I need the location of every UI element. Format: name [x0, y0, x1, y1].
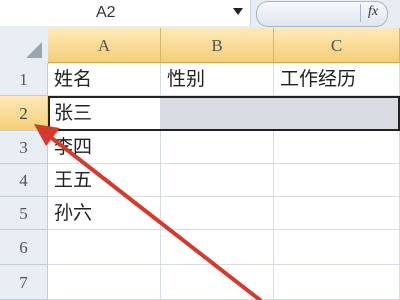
- row-header-1[interactable]: 1: [0, 63, 48, 96]
- insert-function-icon[interactable]: fx: [368, 4, 378, 20]
- formula-bar: A2 fx: [0, 0, 400, 29]
- cell-a4[interactable]: 王五: [48, 164, 161, 197]
- cell-b6[interactable]: [161, 230, 274, 265]
- row-header-6[interactable]: 6: [0, 230, 48, 265]
- cell-a7[interactable]: [48, 265, 161, 300]
- formula-divider: [360, 4, 361, 22]
- select-all-button[interactable]: [0, 28, 49, 64]
- row-header-7[interactable]: 7: [0, 265, 48, 300]
- cell-c1[interactable]: 工作经历: [274, 63, 400, 96]
- cell-c5[interactable]: [274, 197, 400, 230]
- cell-c3[interactable]: [274, 131, 400, 164]
- cell-a3[interactable]: 李四: [48, 131, 161, 164]
- cell-b4[interactable]: [161, 164, 274, 197]
- cell-b1[interactable]: 性别: [161, 63, 274, 96]
- name-box[interactable]: A2: [0, 0, 251, 26]
- column-header-b[interactable]: B: [161, 28, 274, 63]
- cell-b2[interactable]: [161, 96, 274, 131]
- chevron-down-icon[interactable]: [233, 8, 243, 15]
- cell-c6[interactable]: [274, 230, 400, 265]
- column-header-c[interactable]: C: [274, 28, 400, 63]
- name-box-value: A2: [96, 4, 116, 21]
- select-all-icon: [26, 42, 42, 58]
- cell-c7[interactable]: [274, 265, 400, 300]
- column-header-a[interactable]: A: [48, 28, 161, 63]
- cell-a5[interactable]: 孙六: [48, 197, 161, 230]
- cell-a2[interactable]: 张三: [48, 96, 161, 131]
- cell-b5[interactable]: [161, 197, 274, 230]
- cell-b3[interactable]: [161, 131, 274, 164]
- cell-a1[interactable]: 姓名: [48, 63, 161, 96]
- cell-c4[interactable]: [274, 164, 400, 197]
- row-header-5[interactable]: 5: [0, 197, 48, 230]
- cell-a6[interactable]: [48, 230, 161, 265]
- row-header-4[interactable]: 4: [0, 164, 48, 197]
- cell-b7[interactable]: [161, 265, 274, 300]
- row-header-2[interactable]: 2: [0, 96, 48, 131]
- row-header-3[interactable]: 3: [0, 131, 48, 164]
- cell-c2[interactable]: [274, 96, 400, 131]
